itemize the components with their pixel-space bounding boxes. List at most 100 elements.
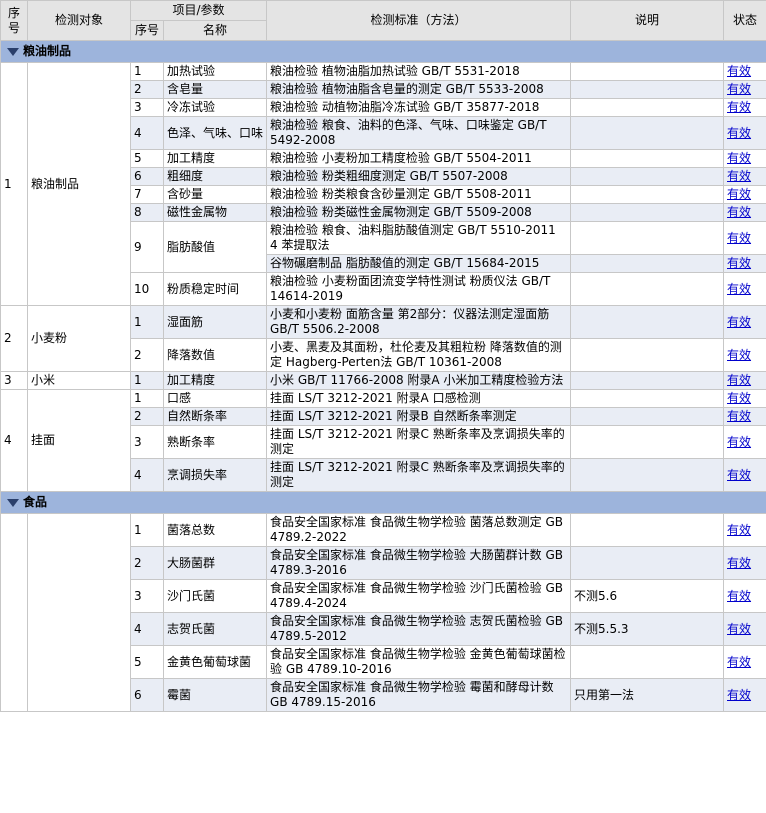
- group-object: 粮油制品: [27, 62, 131, 306]
- item-no: 1: [130, 513, 164, 547]
- item-no: 2: [130, 338, 164, 372]
- item-status-cell: 有效: [723, 338, 766, 372]
- table-row: 2 小麦粉 1 湿面筋 小麦和小麦粉 面筋含量 第2部分：仪器法测定湿面筋 GB/T 5…: [0, 305, 766, 372]
- item-note: 不测5.6: [570, 579, 725, 613]
- item-note: [570, 272, 725, 306]
- item-standard: 食品安全国家标准 食品微生物学检验 志贺氏菌检验 GB 4789.5-2012: [266, 612, 572, 646]
- status-link[interactable]: 有效: [727, 100, 751, 114]
- status-link[interactable]: 有效: [727, 373, 751, 387]
- item-name: 磁性金属物: [162, 203, 268, 222]
- item-name: 色泽、气味、口味: [162, 116, 268, 150]
- status-link[interactable]: 有效: [727, 315, 751, 329]
- item-name: 沙门氏菌: [162, 579, 268, 613]
- header-sub-name: 名称: [162, 20, 268, 41]
- header-note: 说明: [570, 0, 725, 41]
- item-name: 冷冻试验: [162, 98, 268, 117]
- item-note: [570, 425, 725, 459]
- item-note: [570, 221, 725, 255]
- item-name: 加工精度: [162, 371, 268, 390]
- item-status-cell: 有效: [723, 612, 766, 646]
- item-standard: 粮油检验 粉类磁性金属物测定 GB/T 5509-2008: [266, 203, 572, 222]
- item-note: [570, 305, 725, 339]
- status-link[interactable]: 有效: [727, 82, 751, 96]
- item-no: 2: [130, 407, 164, 426]
- item-note: 不测5.5.3: [570, 612, 725, 646]
- status-link[interactable]: 有效: [727, 435, 751, 449]
- status-link[interactable]: 有效: [727, 688, 751, 702]
- item-name: 口感: [162, 389, 268, 408]
- item-note: 只用第一法: [570, 678, 725, 712]
- status-link[interactable]: 有效: [727, 468, 751, 482]
- item-standard: 谷物碾磨制品 脂肪酸值的测定 GB/T 15684-2015: [266, 254, 572, 273]
- status-link[interactable]: 有效: [727, 391, 751, 405]
- header-standard: 检测标准（方法）: [266, 0, 572, 41]
- table-row: 4 挂面 1 口感 挂面 LS/T 3212-2021 附录A 口感检测 有效: [0, 389, 766, 492]
- header-seq: 序号: [0, 0, 28, 41]
- status-link[interactable]: 有效: [727, 556, 751, 570]
- item-no: 3: [130, 425, 164, 459]
- status-link[interactable]: 有效: [727, 622, 751, 636]
- item-no: 5: [130, 149, 164, 168]
- item-name: 霉菌: [162, 678, 268, 712]
- item-note: [570, 149, 725, 168]
- item-no: 6: [130, 167, 164, 186]
- status-link[interactable]: 有效: [727, 409, 751, 423]
- group-object: 挂面: [27, 389, 131, 492]
- status-link[interactable]: 有效: [727, 589, 751, 603]
- header-sub-seq: 序号: [130, 20, 164, 41]
- status-link[interactable]: 有效: [727, 126, 751, 140]
- item-status-cell: 有效: [723, 645, 766, 679]
- item-standard: 小麦和小麦粉 面筋含量 第2部分：仪器法测定湿面筋 GB/T 5506.2-20…: [266, 305, 572, 339]
- item-note: [570, 338, 725, 372]
- item-name: 自然断条率: [162, 407, 268, 426]
- category-row[interactable]: 食品: [0, 491, 766, 514]
- item-standard: 粮油检验 粉类粮食含砂量测定 GB/T 5508-2011: [266, 185, 572, 204]
- inspection-table: 序号 检测对象 项目/参数 检测标准（方法） 说明 状态 序号 名称 粮油制品 1…: [0, 0, 766, 712]
- status-link[interactable]: 有效: [727, 231, 751, 245]
- item-status-cell: 有效: [723, 149, 766, 168]
- status-link[interactable]: 有效: [727, 523, 751, 537]
- item-note: [570, 513, 725, 547]
- status-link[interactable]: 有效: [727, 187, 751, 201]
- header-object: 检测对象: [27, 0, 131, 41]
- status-link[interactable]: 有效: [727, 348, 751, 362]
- item-note: [570, 546, 725, 580]
- status-link[interactable]: 有效: [727, 169, 751, 183]
- category-row[interactable]: 粮油制品: [0, 40, 766, 63]
- category-header[interactable]: 食品: [0, 491, 766, 514]
- item-status-cell: 有效: [723, 116, 766, 150]
- item-standard: 食品安全国家标准 食品微生物学检验 金黄色葡萄球菌检验 GB 4789.10-2…: [266, 645, 572, 679]
- item-status-cell: 有效: [723, 678, 766, 712]
- collapse-triangle-icon[interactable]: [7, 47, 19, 56]
- item-status-cell: 有效: [723, 80, 766, 99]
- status-link[interactable]: 有效: [727, 151, 751, 165]
- status-link[interactable]: 有效: [727, 282, 751, 296]
- item-status-cell: 有效: [723, 185, 766, 204]
- item-note: [570, 458, 725, 492]
- item-standard: 挂面 LS/T 3212-2021 附录A 口感检测: [266, 389, 572, 408]
- status-link[interactable]: 有效: [727, 655, 751, 669]
- group-object: 小麦粉: [27, 305, 131, 372]
- category-header[interactable]: 粮油制品: [0, 40, 766, 63]
- status-link[interactable]: 有效: [727, 64, 751, 78]
- item-no: 2: [130, 80, 164, 99]
- status-link[interactable]: 有效: [727, 256, 751, 270]
- item-status-cell: 有效: [723, 389, 766, 408]
- category-label: 粮油制品: [23, 44, 72, 58]
- item-note: [570, 389, 725, 408]
- item-status-cell: 有效: [723, 579, 766, 613]
- group-seq: [0, 513, 28, 712]
- item-standard: 食品安全国家标准 食品微生物学检验 沙门氏菌检验 GB 4789.4-2024: [266, 579, 572, 613]
- collapse-triangle-icon[interactable]: [7, 498, 19, 507]
- item-no: 1: [130, 62, 164, 81]
- status-link[interactable]: 有效: [727, 205, 751, 219]
- item-status-cell: 有效: [723, 98, 766, 117]
- item-no: 6: [130, 678, 164, 712]
- item-note: [570, 645, 725, 679]
- item-name: 含皂量: [162, 80, 268, 99]
- item-name: 大肠菌群: [162, 546, 268, 580]
- item-note: [570, 80, 725, 99]
- item-no: 4: [130, 116, 164, 150]
- item-status-cell: 有效: [723, 407, 766, 426]
- item-status-cell: 有效: [723, 546, 766, 580]
